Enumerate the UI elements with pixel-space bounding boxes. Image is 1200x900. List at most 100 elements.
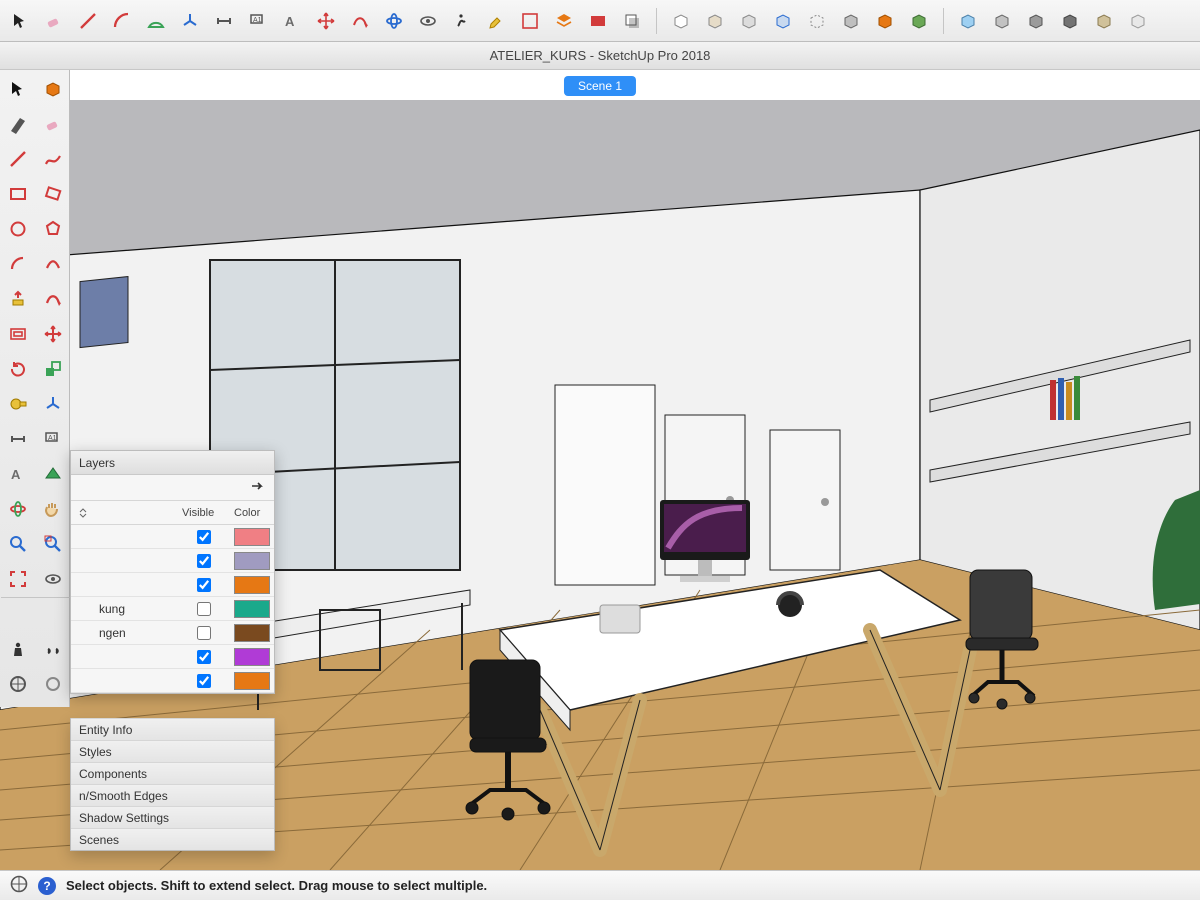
layer-visible-checkbox[interactable] <box>197 578 211 592</box>
orbit-tool-icon[interactable] <box>1 492 35 526</box>
scale-tool-icon[interactable] <box>36 352 70 386</box>
column-visible[interactable]: Visible <box>178 507 230 519</box>
column-color[interactable]: Color <box>230 507 274 519</box>
offset-tool-icon[interactable] <box>1 317 35 351</box>
layer-color-swatch[interactable] <box>234 648 270 666</box>
layer-row[interactable] <box>71 573 274 597</box>
tool-dimension-icon[interactable] <box>210 7 238 35</box>
box-xray-icon[interactable] <box>769 7 797 35</box>
layer-color-swatch[interactable] <box>234 552 270 570</box>
box-hidden-icon[interactable] <box>803 7 831 35</box>
layer-color-swatch[interactable] <box>234 600 270 618</box>
tray-entity-info[interactable]: Entity Info <box>71 718 274 740</box>
layer-visible-checkbox[interactable] <box>197 602 211 616</box>
tool-scenes-icon[interactable] <box>584 7 612 35</box>
3dtext-tool-icon[interactable]: A <box>1 457 35 491</box>
eraser-tool-icon[interactable] <box>1 107 35 141</box>
line-tool-icon[interactable] <box>1 142 35 176</box>
zoom-extents-tool-icon[interactable] <box>1 562 35 596</box>
tool-outliner-icon[interactable] <box>516 7 544 35</box>
tool-eraser-icon[interactable] <box>40 7 68 35</box>
arc-tool-icon[interactable] <box>1 247 35 281</box>
tool-axes-icon[interactable] <box>176 7 204 35</box>
layer-color-swatch[interactable] <box>234 576 270 594</box>
layer-name[interactable]: ngen <box>95 626 178 640</box>
tool-text-icon[interactable]: A1 <box>244 7 272 35</box>
layer-visible-checkbox[interactable] <box>197 650 211 664</box>
layer-row[interactable]: ngen <box>71 621 274 645</box>
rotated-rectangle-tool-icon[interactable] <box>36 177 70 211</box>
style-b-icon[interactable] <box>988 7 1016 35</box>
position-camera-tool-icon[interactable] <box>1 632 35 666</box>
tool-walk-icon[interactable] <box>448 7 476 35</box>
box-back-icon[interactable] <box>735 7 763 35</box>
tool-paint-icon[interactable] <box>482 7 510 35</box>
layers-panel-title[interactable]: Layers <box>71 451 274 475</box>
tool-followme-icon[interactable] <box>346 7 374 35</box>
2pt-arc-tool-icon[interactable] <box>36 247 70 281</box>
style-f-icon[interactable] <box>1124 7 1152 35</box>
tool-line-icon[interactable] <box>74 7 102 35</box>
layer-visible-checkbox[interactable] <box>197 674 211 688</box>
walk-tool-icon[interactable] <box>36 632 70 666</box>
layer-name[interactable]: kung <box>95 602 178 616</box>
extra-tool-icon[interactable] <box>36 667 70 701</box>
layers-panel[interactable]: Layers Visible Color kung ngen <box>70 450 275 694</box>
sort-icon[interactable] <box>71 507 95 519</box>
geolocation-icon[interactable] <box>10 875 28 896</box>
layer-visible-checkbox[interactable] <box>197 554 211 568</box>
section-tool-icon[interactable] <box>36 457 70 491</box>
circle-tool-icon[interactable] <box>1 212 35 246</box>
style-c-icon[interactable] <box>1022 7 1050 35</box>
tool-3dtext-icon[interactable]: A <box>278 7 306 35</box>
tray-components[interactable]: Components <box>71 762 274 784</box>
layers-menu-icon[interactable] <box>250 479 266 496</box>
text-label-tool-icon[interactable]: A1 <box>36 422 70 456</box>
tool-move-icon[interactable] <box>312 7 340 35</box>
layer-row[interactable] <box>71 525 274 549</box>
tool-select-icon[interactable] <box>6 7 34 35</box>
tool-layers-icon[interactable] <box>550 7 578 35</box>
look-tool-icon[interactable] <box>36 562 70 596</box>
layer-row[interactable]: kung <box>71 597 274 621</box>
style-d-icon[interactable] <box>1056 7 1084 35</box>
move-tool-icon[interactable] <box>36 317 70 351</box>
layer-color-swatch[interactable] <box>234 672 270 690</box>
tool-orbit-icon[interactable] <box>380 7 408 35</box>
box-color-icon[interactable] <box>871 7 899 35</box>
style-e-icon[interactable] <box>1090 7 1118 35</box>
freehand-tool-icon[interactable] <box>36 142 70 176</box>
layer-color-swatch[interactable] <box>234 528 270 546</box>
rectangle-tool-icon[interactable] <box>1 177 35 211</box>
sandbox-tool-icon[interactable] <box>1 667 35 701</box>
pushpull-tool-icon[interactable] <box>1 282 35 316</box>
tray-shadow-settings[interactable]: Shadow Settings <box>71 806 274 828</box>
box-empty-icon[interactable] <box>667 7 695 35</box>
layer-row[interactable] <box>71 645 274 669</box>
paint-bucket-tool-icon[interactable] <box>36 107 70 141</box>
layer-visible-checkbox[interactable] <box>197 626 211 640</box>
tray-styles[interactable]: Styles <box>71 740 274 762</box>
dimension-tool-icon[interactable] <box>1 422 35 456</box>
layer-row[interactable] <box>71 669 274 693</box>
axes-tool-icon[interactable] <box>36 387 70 421</box>
make-component-tool-icon[interactable] <box>36 72 70 106</box>
tool-protractor-icon[interactable] <box>142 7 170 35</box>
tool-shadow-icon[interactable] <box>618 7 646 35</box>
zoom-tool-icon[interactable] <box>1 527 35 561</box>
zoom-window-tool-icon[interactable] <box>36 527 70 561</box>
layer-row[interactable] <box>71 549 274 573</box>
followme-tool-icon[interactable] <box>36 282 70 316</box>
box-tex-icon[interactable] <box>905 7 933 35</box>
tray-scenes[interactable]: Scenes <box>71 828 274 850</box>
layer-color-swatch[interactable] <box>234 624 270 642</box>
layer-visible-checkbox[interactable] <box>197 530 211 544</box>
box-mono-icon[interactable] <box>837 7 865 35</box>
select-tool-icon[interactable] <box>1 72 35 106</box>
tray-soften-smooth[interactable]: n/Smooth Edges <box>71 784 274 806</box>
info-icon[interactable]: ? <box>38 877 56 895</box>
tape-tool-icon[interactable] <box>1 387 35 421</box>
rotate-tool-icon[interactable] <box>1 352 35 386</box>
tool-arc-icon[interactable] <box>108 7 136 35</box>
box-front-icon[interactable] <box>701 7 729 35</box>
